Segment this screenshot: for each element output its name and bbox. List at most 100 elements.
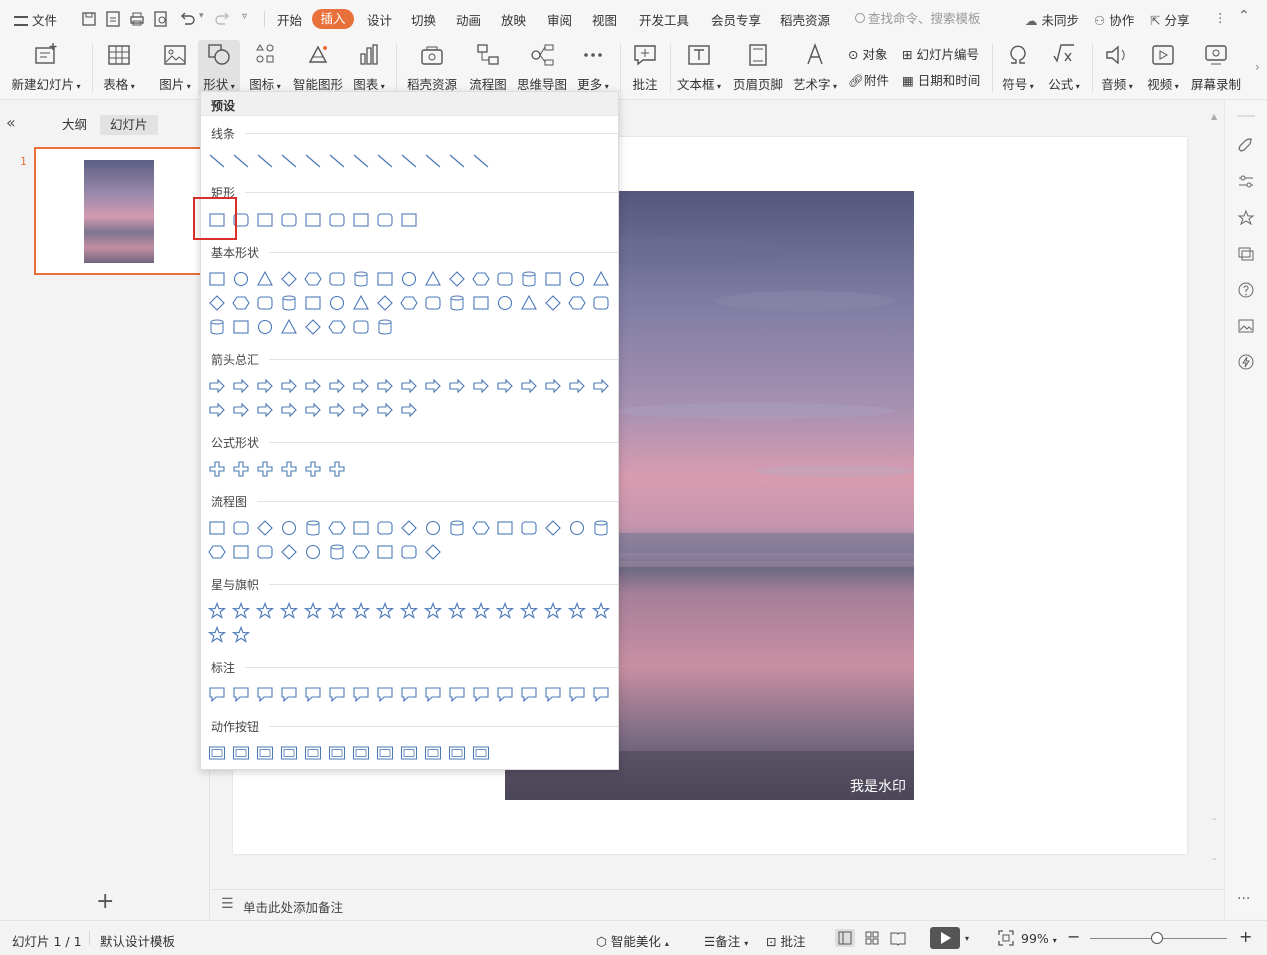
zoom-in-icon[interactable]: + xyxy=(1239,927,1252,946)
arrow-shape[interactable] xyxy=(352,377,370,395)
zoom-out-icon[interactable]: − xyxy=(1067,927,1080,946)
rect-shape[interactable] xyxy=(304,211,322,229)
rect-shape[interactable] xyxy=(256,211,274,229)
rrect-shape[interactable] xyxy=(400,543,418,561)
arrow-shape[interactable] xyxy=(232,401,250,419)
cyl-shape[interactable] xyxy=(448,519,466,537)
slide-thumbnail[interactable] xyxy=(34,147,210,275)
hex-shape[interactable] xyxy=(328,318,346,336)
scroll-up-icon[interactable]: ▲ xyxy=(1211,111,1218,123)
quick-access-dropdown-icon[interactable]: ▿ xyxy=(242,11,247,22)
hex-shape[interactable] xyxy=(568,294,586,312)
diamond-shape[interactable] xyxy=(400,519,418,537)
callout-shape[interactable] xyxy=(472,685,490,703)
tri-shape[interactable] xyxy=(592,270,610,288)
star-shape[interactable] xyxy=(400,602,418,620)
tab-insert[interactable]: 插入 xyxy=(312,9,354,29)
arrow-shape[interactable] xyxy=(496,377,514,395)
symbol-button[interactable]: 符号 ▾ xyxy=(998,42,1038,93)
docer-resource-button[interactable]: 稻壳资源 xyxy=(405,42,459,93)
command-search[interactable]: 查找命令、搜索模板 xyxy=(855,9,1005,29)
attachment-button[interactable]: 🔗︎附件 xyxy=(848,70,889,89)
circle-shape[interactable] xyxy=(304,543,322,561)
diamond-shape[interactable] xyxy=(424,543,442,561)
play-slideshow-button[interactable] xyxy=(930,927,960,949)
arrow-shape[interactable] xyxy=(400,377,418,395)
callout-shape[interactable] xyxy=(448,685,466,703)
star-shape[interactable] xyxy=(520,602,538,620)
line-shape[interactable] xyxy=(448,152,466,170)
rect-shape[interactable] xyxy=(544,270,562,288)
action-shape[interactable] xyxy=(400,744,418,762)
tri-shape[interactable] xyxy=(424,270,442,288)
tab-transitions[interactable]: 切换 xyxy=(411,10,436,29)
plus-shape[interactable] xyxy=(280,460,298,478)
arrow-shape[interactable] xyxy=(232,377,250,395)
print-icon[interactable] xyxy=(128,10,146,28)
circle-shape[interactable] xyxy=(424,519,442,537)
line-shape[interactable] xyxy=(472,152,490,170)
header-footer-button[interactable]: 页眉页脚 xyxy=(732,42,784,93)
line-shape[interactable] xyxy=(352,152,370,170)
arrow-shape[interactable] xyxy=(304,401,322,419)
rect-shape[interactable] xyxy=(376,543,394,561)
tab-docer[interactable]: 稻壳资源 xyxy=(780,10,830,29)
rect-shape[interactable] xyxy=(400,211,418,229)
hex-shape[interactable] xyxy=(352,543,370,561)
cyl-shape[interactable] xyxy=(592,519,610,537)
action-shape[interactable] xyxy=(352,744,370,762)
export-pdf-icon[interactable] xyxy=(104,10,122,28)
save-icon[interactable] xyxy=(80,10,98,28)
ribbon-scroll-right-icon[interactable]: › xyxy=(1255,60,1260,74)
tab-slides[interactable]: 幻灯片 xyxy=(100,115,158,135)
arrow-shape[interactable] xyxy=(328,401,346,419)
cyl-shape[interactable] xyxy=(304,519,322,537)
share-button[interactable]: ⇱ 分享 xyxy=(1150,10,1189,29)
screen-record-button[interactable]: 屏幕录制 xyxy=(1190,42,1242,93)
diamond-shape[interactable] xyxy=(544,294,562,312)
callout-shape[interactable] xyxy=(544,685,562,703)
slide-transition-icon[interactable] xyxy=(1237,245,1255,263)
callout-shape[interactable] xyxy=(520,685,538,703)
rect-shape[interactable] xyxy=(376,270,394,288)
zoom-slider-handle[interactable] xyxy=(1151,932,1163,944)
line-shape[interactable] xyxy=(280,152,298,170)
picture-button[interactable]: 图片 ▾ xyxy=(155,42,195,93)
tri-shape[interactable] xyxy=(256,270,274,288)
rrect-shape[interactable] xyxy=(424,294,442,312)
star-shape[interactable] xyxy=(304,602,322,620)
arrow-shape[interactable] xyxy=(592,377,610,395)
plus-shape[interactable] xyxy=(232,460,250,478)
settings-sliders-icon[interactable] xyxy=(1237,173,1255,191)
sync-status[interactable]: ☁ 未同步 xyxy=(1025,10,1079,29)
arrow-shape[interactable] xyxy=(280,401,298,419)
rrect-shape[interactable] xyxy=(520,519,538,537)
file-menu[interactable]: 文件 xyxy=(14,10,57,29)
action-shape[interactable] xyxy=(448,744,466,762)
rrect-shape[interactable] xyxy=(376,211,394,229)
star-shape[interactable] xyxy=(328,602,346,620)
star-shape[interactable] xyxy=(208,626,226,644)
arrow-shape[interactable] xyxy=(400,401,418,419)
rrect-shape[interactable] xyxy=(232,519,250,537)
rect-shape[interactable] xyxy=(304,294,322,312)
rrect-shape[interactable] xyxy=(256,294,274,312)
callout-shape[interactable] xyxy=(424,685,442,703)
notes-bar[interactable]: ☰ 单击此处添加备注 xyxy=(211,889,1224,919)
rrect-shape[interactable] xyxy=(592,294,610,312)
cyl-shape[interactable] xyxy=(376,318,394,336)
vertical-scrollbar[interactable]: ▲ ⌃ ⌄ xyxy=(1211,111,1218,871)
redo-icon[interactable] xyxy=(214,10,232,28)
diamond-shape[interactable] xyxy=(280,543,298,561)
diamond-shape[interactable] xyxy=(376,294,394,312)
rrect-shape[interactable] xyxy=(352,318,370,336)
arrow-shape[interactable] xyxy=(256,401,274,419)
star-shape[interactable] xyxy=(424,602,442,620)
rrect-shape[interactable] xyxy=(256,543,274,561)
more-options-icon[interactable]: ⋮ xyxy=(1214,10,1227,25)
arrow-shape[interactable] xyxy=(328,377,346,395)
smart-beautify-button[interactable]: ⬡ 智能美化 ▴ xyxy=(596,931,669,950)
collaborate-button[interactable]: ⚇ 协作 xyxy=(1094,10,1134,29)
grid-view-icon[interactable] xyxy=(863,929,881,947)
rect-shape[interactable] xyxy=(232,318,250,336)
